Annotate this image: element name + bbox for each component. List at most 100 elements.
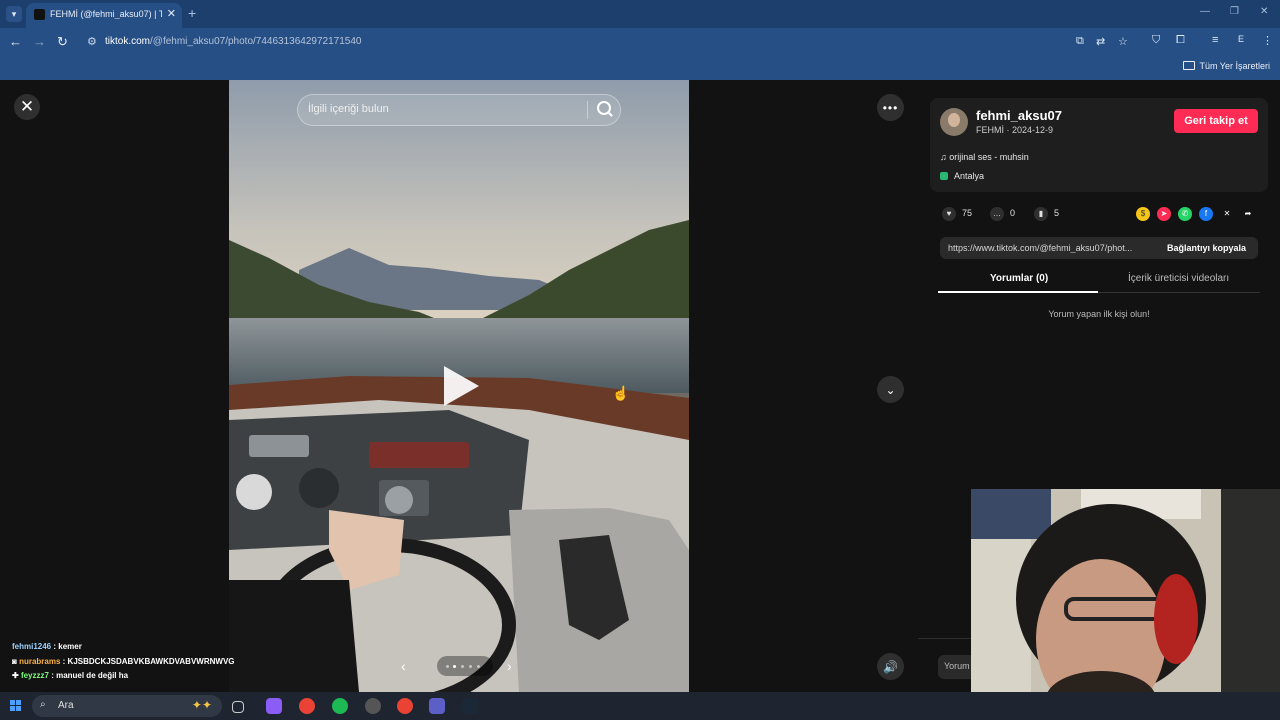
chat-user: feyzzz7: [20, 671, 49, 680]
task-view-icon[interactable]: [232, 701, 244, 713]
slide-indicator: [437, 656, 493, 676]
sparkle-icon: ✦✦: [191, 698, 212, 712]
post-link-url[interactable]: https://www.tiktok.com/@fehmi_aksu07/pho…: [948, 243, 1148, 253]
slide-dot[interactable]: [469, 665, 472, 668]
share-arrow-icon[interactable]: ➦: [1241, 207, 1255, 221]
bookmarks-bar: Tüm Yer İşaretleri: [0, 56, 1280, 80]
back-icon[interactable]: ←: [9, 34, 22, 49]
taskbar-search[interactable]: ⌕ Ara ✦✦: [32, 695, 222, 717]
teams-icon[interactable]: [429, 698, 445, 714]
tiktok-favicon-icon: [34, 9, 45, 20]
window-close-icon[interactable]: ✕: [1260, 6, 1268, 17]
url-domain: tiktok.com: [105, 36, 151, 47]
search-icon: ⌕: [40, 699, 46, 710]
slide-dot[interactable]: [446, 665, 449, 668]
volume-icon[interactable]: 🔊: [877, 653, 904, 680]
comments-tabs: Yorumlar (0) İçerik üreticisi videoları: [938, 270, 1260, 293]
tab-close-icon[interactable]: ✕: [167, 7, 176, 20]
install-app-icon[interactable]: ⧉: [1076, 35, 1084, 48]
extensions-icon[interactable]: ⧠: [1176, 34, 1185, 47]
whatsapp-icon[interactable]: ✆: [1178, 207, 1192, 221]
close-viewer-button[interactable]: ✕: [14, 94, 40, 120]
x-icon[interactable]: ✕: [1220, 207, 1234, 221]
media-controls-icon[interactable]: ≡: [1212, 34, 1218, 46]
empty-comments-message: Yorum yapan ilk kişi olun!: [1048, 309, 1150, 319]
author-card: fehmi_aksu07 FEHMİ · 2024-12-9 Geri taki…: [930, 98, 1268, 192]
facebook-icon[interactable]: f: [1199, 207, 1213, 221]
address-bar[interactable]: ⚙ tiktok.com/@fehmi_aksu07/photo/7446313…: [80, 31, 1140, 53]
chat-message: fehmi1246 : kemer: [12, 642, 82, 651]
search-divider: [587, 101, 588, 119]
music-note-icon: ♫: [940, 152, 950, 162]
steam-icon[interactable]: [462, 698, 478, 714]
bookmark-icon: ▮: [1034, 207, 1048, 221]
streamer-webcam-image: [971, 489, 1280, 720]
tab-search-icon[interactable]: ▾: [6, 6, 22, 22]
bookmark-star-icon[interactable]: ☆: [1118, 35, 1128, 48]
copy-link-button[interactable]: Bağlantıyı kopyala: [1167, 243, 1246, 253]
chat-message: ◙ nurabrams : KJSBDCKJSDABVKBAWKDVABVWRN…: [12, 657, 235, 666]
photo-slide[interactable]: İlgili içeriği bulun ☝ ‹ ›: [229, 80, 689, 692]
browser-tab[interactable]: FEHMİ (@fehmi_aksu07) | TikTok ✕: [26, 3, 182, 28]
more-options-icon[interactable]: •••: [877, 94, 904, 121]
restore-icon[interactable]: ❐: [1230, 6, 1239, 17]
tab-comments[interactable]: Yorumlar (0): [990, 273, 1048, 284]
translate-icon[interactable]: ⇄: [1096, 35, 1105, 48]
like-button[interactable]: ♥ 75: [942, 207, 972, 221]
site-info-icon[interactable]: ⚙: [87, 35, 97, 48]
next-post-chevron-icon[interactable]: ⌄: [877, 376, 904, 403]
folder-icon: [1183, 61, 1196, 70]
all-bookmarks-button[interactable]: Tüm Yer İşaretleri: [1183, 61, 1270, 71]
send-icon[interactable]: ➤: [1157, 207, 1171, 221]
save-button[interactable]: ▮ 5: [1034, 207, 1059, 221]
slide-dot[interactable]: [477, 665, 480, 668]
chat-text: : kemer: [53, 642, 82, 651]
play-icon[interactable]: [444, 366, 479, 406]
tab-creator-videos[interactable]: İçerik üreticisi videoları: [1128, 273, 1229, 284]
post-link-box: https://www.tiktok.com/@fehmi_aksu07/pho…: [940, 237, 1258, 259]
browser-toolbar: ← → ↻ ⚙ tiktok.com/@fehmi_aksu07/photo/7…: [0, 28, 1280, 56]
windows-start-icon[interactable]: [10, 700, 22, 712]
browser-menu-icon[interactable]: ⋮: [1262, 34, 1273, 47]
chat-text: : KJSBDCKJSDABVKBAWKDVABVWRNWVG: [62, 657, 235, 666]
follow-back-button[interactable]: Geri takip et: [1174, 109, 1258, 133]
obs-icon[interactable]: [365, 698, 381, 714]
browser-tab-bar: ▾ FEHMİ (@fehmi_aksu07) | TikTok ✕ + — ❐…: [0, 0, 1280, 28]
webcam-overlay: [971, 489, 1280, 720]
reload-icon[interactable]: ↻: [57, 34, 68, 50]
author-avatar[interactable]: [940, 108, 968, 136]
location-info[interactable]: Antalya: [940, 171, 984, 181]
forward-icon[interactable]: →: [33, 34, 46, 49]
like-count: 75: [962, 208, 973, 218]
comment-icon: …: [990, 207, 1004, 221]
related-content-search[interactable]: İlgili içeriği bulun: [297, 94, 621, 126]
coin-icon[interactable]: $: [1136, 207, 1150, 221]
chat-user: fehmi1246: [12, 642, 52, 651]
copilot-icon[interactable]: [266, 698, 282, 714]
shield-icon[interactable]: ⛉: [1152, 34, 1160, 47]
chrome-icon[interactable]: [299, 698, 315, 714]
chat-message: ✚ feyzzz7 : manuel de değil ha: [12, 671, 128, 680]
author-username[interactable]: fehmi_aksu07: [976, 108, 1062, 123]
music-title: orijinal ses - muhsin: [949, 152, 1029, 162]
new-tab-button[interactable]: +: [188, 5, 196, 21]
next-photo-icon[interactable]: ›: [507, 658, 512, 674]
minimize-icon[interactable]: —: [1200, 6, 1210, 17]
location-name: Antalya: [954, 171, 985, 181]
previous-photo-icon[interactable]: ‹: [401, 658, 406, 674]
taskbar-search-placeholder: Ara: [58, 700, 74, 711]
location-pin-icon: [940, 172, 948, 180]
slide-dot[interactable]: [461, 665, 464, 668]
chrome-profile-icon[interactable]: [397, 698, 413, 714]
search-placeholder: İlgili içeriği bulun: [308, 103, 389, 115]
url-path: /@fehmi_aksu07/photo/7446313642972171540: [150, 36, 362, 47]
comment-count: 0: [1010, 208, 1016, 218]
spotify-icon[interactable]: [332, 698, 348, 714]
slide-dot-active[interactable]: [453, 665, 456, 668]
heart-icon: ♥: [942, 207, 956, 221]
search-icon[interactable]: [597, 101, 611, 115]
comment-button[interactable]: … 0: [990, 207, 1015, 221]
music-info[interactable]: ♫ orijinal ses - muhsin: [940, 152, 1029, 162]
profile-avatar[interactable]: E: [1238, 34, 1244, 44]
save-count: 5: [1054, 208, 1060, 218]
